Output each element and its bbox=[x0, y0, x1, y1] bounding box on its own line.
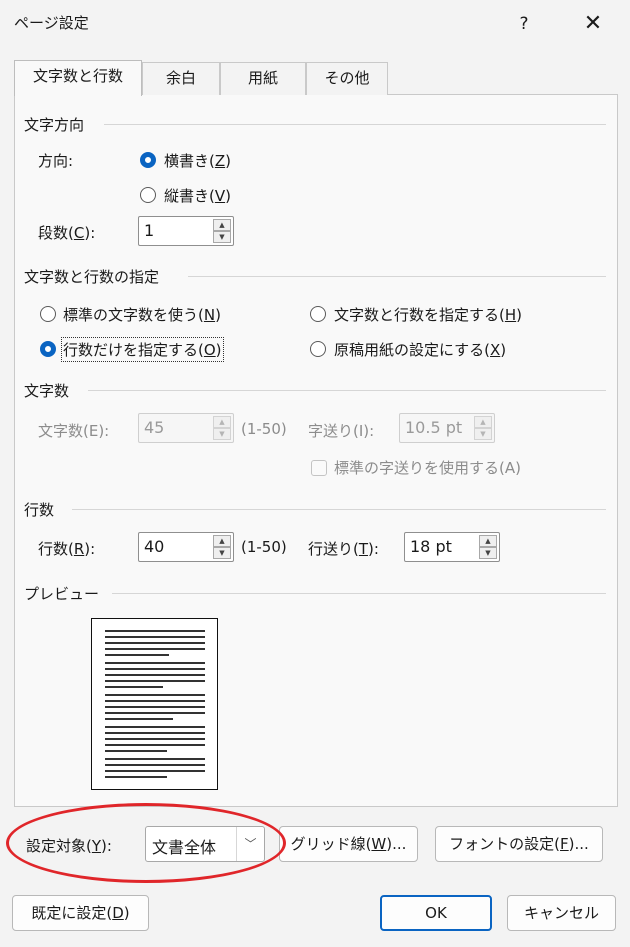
cancel-button[interactable]: キャンセル bbox=[507, 895, 616, 931]
line-pitch-label: 行送り(T): bbox=[308, 540, 379, 558]
set-default-button[interactable]: 既定に設定(D) bbox=[12, 895, 149, 931]
direction-label: 方向: bbox=[38, 152, 74, 170]
char-count-spinner[interactable]: 45 ▲ ▼ bbox=[138, 413, 234, 443]
separator bbox=[72, 509, 606, 510]
char-pitch-label: 字送り(I): bbox=[308, 422, 375, 440]
separator bbox=[112, 593, 606, 594]
close-button[interactable]: ✕ bbox=[575, 8, 611, 40]
radio-standard-chars[interactable] bbox=[40, 306, 56, 322]
section-direction-heading: 文字方向 bbox=[24, 116, 85, 134]
spin-down-icon[interactable]: ▼ bbox=[213, 231, 231, 243]
spin-down-icon[interactable]: ▼ bbox=[474, 428, 492, 440]
spin-up-icon[interactable]: ▲ bbox=[213, 416, 231, 428]
line-count-label: 行数(R): bbox=[38, 540, 96, 558]
line-count-value: 40 bbox=[144, 537, 165, 556]
spin-down-icon[interactable]: ▼ bbox=[479, 547, 497, 559]
spin-up-icon[interactable]: ▲ bbox=[213, 535, 231, 547]
section-chars-heading: 文字数 bbox=[24, 382, 70, 400]
default-pitch-label: 標準の字送りを使用する(A) bbox=[334, 459, 521, 477]
char-pitch-value: 10.5 pt bbox=[405, 418, 463, 437]
line-pitch-value: 18 pt bbox=[410, 537, 452, 556]
help-button[interactable]: ? bbox=[508, 8, 540, 40]
radio-manuscript-label[interactable]: 原稿用紙の設定にする(X) bbox=[334, 339, 506, 360]
tab-paper[interactable]: 用紙 bbox=[220, 62, 306, 95]
font-settings-button[interactable]: フォントの設定(F)... bbox=[435, 826, 603, 862]
line-count-range: (1-50) bbox=[241, 538, 287, 556]
tab-margins[interactable]: 余白 bbox=[142, 62, 220, 95]
separator bbox=[104, 124, 606, 125]
radio-vertical-label[interactable]: 縦書き(V) bbox=[164, 185, 231, 206]
radio-vertical[interactable] bbox=[140, 187, 156, 203]
columns-value: 1 bbox=[144, 221, 155, 240]
radio-standard-chars-label[interactable]: 標準の文字数を使う(N) bbox=[63, 304, 221, 325]
radio-lines-only-label[interactable]: 行数だけを指定する(O) bbox=[61, 337, 224, 362]
ok-button[interactable]: OK bbox=[380, 895, 492, 931]
spin-up-icon[interactable]: ▲ bbox=[479, 535, 497, 547]
columns-spinner[interactable]: 1 ▲ ▼ bbox=[138, 216, 234, 246]
radio-chars-and-lines-label[interactable]: 文字数と行数を指定する(H) bbox=[334, 304, 522, 325]
line-count-spinner[interactable]: 40 ▲ ▼ bbox=[138, 532, 234, 562]
radio-lines-only[interactable] bbox=[40, 341, 56, 357]
columns-label: 段数(C): bbox=[38, 224, 96, 242]
radio-horizontal[interactable] bbox=[140, 152, 156, 168]
spin-up-icon[interactable]: ▲ bbox=[474, 416, 492, 428]
highlight-ellipse bbox=[6, 803, 286, 883]
char-count-label: 文字数(E): bbox=[38, 422, 110, 440]
spin-up-icon[interactable]: ▲ bbox=[213, 219, 231, 231]
section-spec-heading: 文字数と行数の指定 bbox=[24, 268, 160, 286]
spin-down-icon[interactable]: ▼ bbox=[213, 428, 231, 440]
section-preview-heading: プレビュー bbox=[24, 585, 100, 603]
radio-chars-and-lines[interactable] bbox=[310, 306, 326, 322]
dialog-title: ページ設定 bbox=[14, 14, 89, 32]
separator bbox=[188, 276, 606, 277]
radio-manuscript[interactable] bbox=[310, 341, 326, 357]
default-pitch-checkbox[interactable] bbox=[311, 460, 327, 476]
radio-horizontal-label[interactable]: 横書き(Z) bbox=[164, 150, 231, 171]
tab-chars-lines[interactable]: 文字数と行数 bbox=[14, 60, 142, 96]
section-lines-heading: 行数 bbox=[24, 501, 55, 519]
grid-lines-button[interactable]: グリッド線(W)... bbox=[279, 826, 418, 862]
separator bbox=[88, 390, 606, 391]
char-count-value: 45 bbox=[144, 418, 165, 437]
line-pitch-spinner[interactable]: 18 pt ▲ ▼ bbox=[404, 532, 500, 562]
spin-down-icon[interactable]: ▼ bbox=[213, 547, 231, 559]
char-pitch-spinner[interactable]: 10.5 pt ▲ ▼ bbox=[399, 413, 495, 443]
preview-page bbox=[91, 618, 218, 790]
char-count-range: (1-50) bbox=[241, 420, 287, 438]
tab-other[interactable]: その他 bbox=[306, 62, 388, 95]
